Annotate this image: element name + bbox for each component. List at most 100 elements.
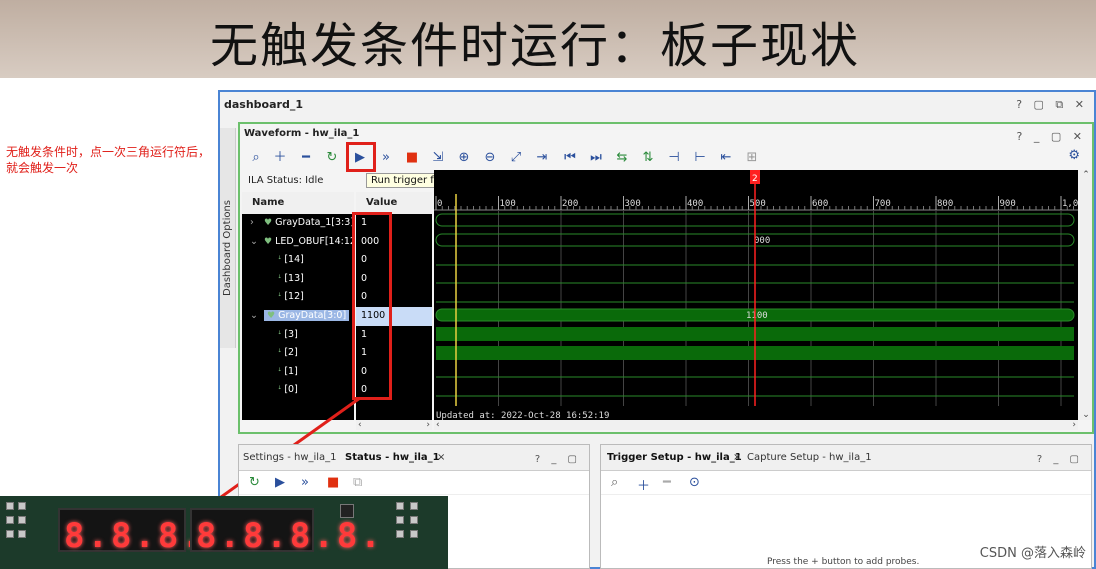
swap-icon[interactable]: ⇆	[612, 148, 632, 168]
waveform-toolbar: ⌕ ＋ ━ ↻ ▶ » ■ ⇲ ⊕ ⊖ ⤢ ⇥ ⏮ ⏭ ⇆ ⇅ ⊣ ⊢ ⇤ ⊞ …	[242, 142, 1090, 172]
trigger-setup-tabs: Trigger Setup - hw_ila_1 × Capture Setup…	[601, 445, 1091, 471]
marker-icon[interactable]: ⇥	[532, 148, 552, 168]
signal-row[interactable]: ꜜ [12]	[242, 288, 354, 307]
run-trigger-highlight	[346, 142, 376, 172]
name-column-header[interactable]: Name	[242, 192, 354, 214]
ila-status: ILA Status: Idle	[242, 172, 354, 190]
bus-graydata-label: 1100	[746, 311, 768, 321]
export-icon[interactable]: ⇲	[428, 148, 448, 168]
board-pin	[6, 530, 14, 538]
board-pin	[396, 502, 404, 510]
segment-digits-right: 8.8.8.8.	[196, 516, 384, 556]
signal-row[interactable]: ꜜ [1]	[242, 363, 354, 382]
signal-row[interactable]: ꜜ [0]	[242, 381, 354, 400]
board-pin	[6, 516, 14, 524]
ruler-label: 800	[937, 199, 953, 209]
waveform-canvas[interactable]: 0 100 200 300 400 500 600 700 800 900 1,0 000 1100	[434, 170, 1078, 420]
next-marker-icon[interactable]: ⇤	[716, 148, 736, 168]
search-icon[interactable]: ⌕	[611, 475, 618, 490]
waveform-svg: 0 100 200 300 400 500 600 700 800 900 1,0 000 1100	[434, 170, 1078, 420]
trigger-condition-icon[interactable]: ⊙	[689, 475, 700, 490]
zoom-out-icon[interactable]: ⊖	[480, 148, 500, 168]
ruler-label: 1,0	[1062, 199, 1078, 209]
copy-icon[interactable]: ⧉	[353, 475, 362, 490]
zoom-in-icon[interactable]: ⊕	[454, 148, 474, 168]
add-icon[interactable]: ＋	[270, 148, 290, 168]
run-immediate-icon[interactable]: »	[376, 148, 396, 168]
run-immediate-icon[interactable]: »	[301, 475, 309, 490]
board-pin	[396, 516, 404, 524]
signal-row-selected[interactable]: ⌄ ♥ GrayData[3:0]	[242, 307, 354, 326]
swap-down-icon[interactable]: ⇅	[638, 148, 658, 168]
waveform-vertical-scrollbar[interactable]: ⌃ ⌄	[1080, 170, 1092, 420]
tab-status[interactable]: Status - hw_ila_1	[345, 452, 440, 463]
trigger-toolbar: ⌕ ＋ ━ ⊙	[601, 471, 1091, 495]
signal-row[interactable]: ⌄ ♥ LED_OBUF[14:12]	[242, 233, 360, 252]
value-horizontal-scrollbar[interactable]: ‹ ›	[356, 420, 432, 430]
gear-icon[interactable]: ⚙	[1068, 148, 1080, 163]
ruler-label: 0	[437, 199, 442, 209]
remove-icon[interactable]: ━	[296, 148, 316, 168]
dashboard-window-controls[interactable]: ? ▢ ⧉ ✕	[1016, 98, 1088, 112]
refresh-icon[interactable]: ↻	[249, 475, 260, 490]
dashboard-title: dashboard_1	[224, 98, 303, 111]
add-icon[interactable]: ＋	[637, 475, 650, 494]
signal-row[interactable]: ꜜ [3]	[242, 326, 354, 345]
ruler-label: 400	[687, 199, 703, 209]
signal-row[interactable]: ꜜ [13]	[242, 270, 354, 289]
ruler-label: 200	[562, 199, 578, 209]
slide-banner: 无触发条件时运行：板子现状	[0, 0, 1096, 78]
ruler-label: 700	[875, 199, 891, 209]
run-trigger-icon[interactable]: ▶	[275, 475, 285, 490]
ruler-label: 600	[812, 199, 828, 209]
ruler-label: 100	[500, 199, 516, 209]
bus-led-label: 000	[754, 236, 770, 246]
close-icon[interactable]: ×	[437, 452, 445, 463]
tab-settings[interactable]: Settings - hw_ila_1	[243, 452, 337, 463]
board-pin	[410, 502, 418, 510]
tab-trigger-setup[interactable]: Trigger Setup - hw_ila_1	[607, 452, 742, 463]
value-column-header[interactable]: Value	[356, 192, 432, 214]
board-pin	[18, 530, 26, 538]
waveform-window-controls[interactable]: ? _ ▢ ✕	[1017, 130, 1086, 143]
zoom-fit-icon[interactable]: ⤢	[506, 148, 526, 168]
panel-controls[interactable]: ? _ ▢	[1037, 454, 1083, 465]
add-marker-icon[interactable]: ⊣	[664, 148, 684, 168]
ruler-label: 900	[1000, 199, 1016, 209]
close-icon[interactable]: ×	[733, 452, 741, 463]
go-first-icon[interactable]: ⏮	[560, 148, 580, 168]
board-pin	[18, 516, 26, 524]
dashboard-options-tab[interactable]: Dashboard Options	[220, 128, 236, 348]
stop-icon[interactable]: ■	[402, 148, 422, 168]
search-icon[interactable]: ⌕	[246, 148, 266, 168]
waveform-title: Waveform - hw_ila_1	[244, 128, 360, 139]
trigger-marker-label: 2	[752, 174, 758, 184]
annotation-note: 无触发条件时，点一次三角运行符后，就会触发一次	[6, 145, 211, 175]
stop-icon[interactable]: ■	[327, 475, 339, 490]
signal-name-column: Name › ♥ GrayData_1[3:3] ⌄ ♥ LED_OBUF[14:12]…	[242, 192, 360, 420]
go-last-icon[interactable]: ⏭	[586, 148, 606, 168]
tab-capture-setup[interactable]: Capture Setup - hw_ila_1	[747, 452, 872, 463]
fpga-board-photo: 8.8.8.8. 8.8.8.8.	[0, 496, 448, 569]
board-pin	[396, 530, 404, 538]
waveform-horizontal-scrollbar[interactable]: ‹ ›	[434, 420, 1078, 430]
remove-icon[interactable]: ━	[663, 475, 671, 490]
signal-row[interactable]: ꜜ [14]	[242, 251, 354, 270]
values-highlight	[352, 212, 392, 400]
snap-icon[interactable]: ⊞	[742, 148, 762, 168]
signal-row[interactable]: › ♥ GrayData_1[3:3]	[242, 214, 354, 233]
board-pin	[18, 502, 26, 510]
refresh-icon[interactable]: ↻	[322, 148, 342, 168]
add-probes-hint: Press the + button to add probes.	[767, 557, 920, 567]
board-button	[340, 504, 354, 518]
updated-timestamp: Updated at: 2022-Oct-28 16:52:19	[436, 411, 609, 420]
watermark: CSDN @落入森岭	[979, 546, 1086, 561]
seven-segment-left: 8.8.8.8.	[58, 508, 249, 556]
panel-controls[interactable]: ? _ ▢	[535, 454, 581, 465]
board-pin	[410, 530, 418, 538]
prev-marker-icon[interactable]: ⊢	[690, 148, 710, 168]
slide-title: 无触发条件时运行：板子现状	[210, 18, 861, 74]
seven-segment-right: 8.8.8.8.	[190, 508, 381, 556]
signal-row[interactable]: ꜜ [2]	[242, 344, 354, 363]
settings-status-tabs: Settings - hw_ila_1 Status - hw_ila_1 × …	[239, 445, 589, 471]
